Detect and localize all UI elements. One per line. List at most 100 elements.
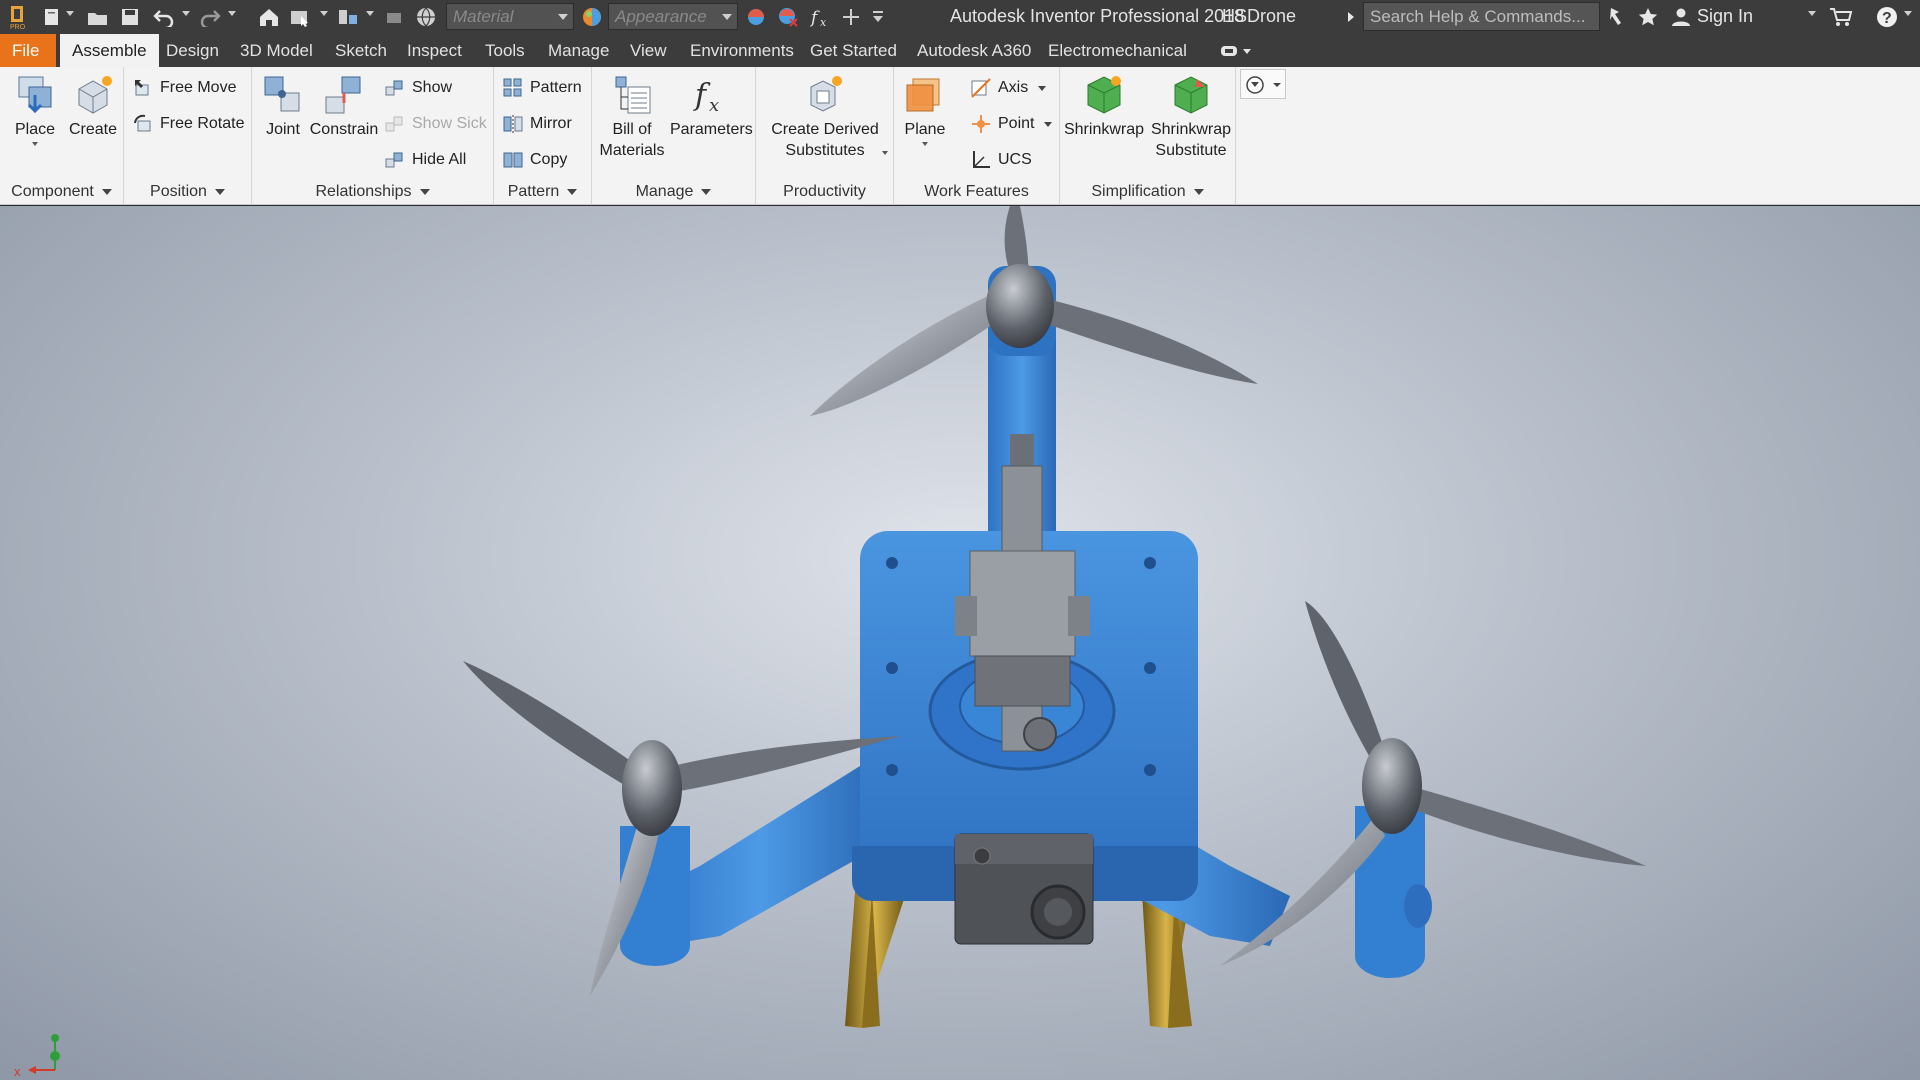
globe-icon[interactable] <box>414 4 438 30</box>
point-button[interactable]: Point <box>970 113 1053 135</box>
plus-icon[interactable] <box>840 4 862 30</box>
manage-panel-title[interactable]: Manage <box>592 183 755 201</box>
place-button[interactable]: Place <box>6 73 64 146</box>
update-dropdown-icon[interactable] <box>366 11 374 16</box>
free-rotate-label: Free Rotate <box>160 115 245 132</box>
communication-center-icon[interactable] <box>1604 4 1628 30</box>
user-icon[interactable] <box>1670 4 1692 30</box>
select-icon[interactable] <box>288 4 312 30</box>
update-icon[interactable] <box>336 4 360 30</box>
productivity-panel-title: Productivity <box>756 183 893 201</box>
pattern-label: Pattern <box>530 79 582 96</box>
tab-assemble[interactable]: Assemble <box>60 34 159 67</box>
sign-in-dropdown-icon[interactable] <box>1808 11 1816 16</box>
free-move-button[interactable]: Free Move <box>132 77 236 99</box>
derived-dropdown-icon[interactable] <box>882 151 888 155</box>
parameters-button[interactable]: fx Parameters <box>670 73 753 140</box>
relationships-panel-title[interactable]: Relationships <box>252 183 493 201</box>
tab-environments[interactable]: Environments <box>690 34 794 67</box>
search-input[interactable]: Search Help & Commands... <box>1363 2 1600 31</box>
undo-icon[interactable] <box>152 4 176 30</box>
axis-label: Axis <box>998 79 1029 96</box>
shrinkwrap-button[interactable]: Shrinkwrap <box>1062 73 1146 140</box>
tab-file[interactable]: File <box>0 34 56 67</box>
undo-dropdown-icon[interactable] <box>182 11 190 16</box>
mirror-button[interactable]: Mirror <box>502 113 572 135</box>
material-combo[interactable]: Material <box>446 3 574 30</box>
joint-button[interactable]: Joint <box>256 73 310 140</box>
position-panel: Free Move Free Rotate Position <box>124 67 252 205</box>
tab-electromechanical[interactable]: Electromechanical <box>1048 34 1187 67</box>
clear-appearance-icon[interactable] <box>776 4 800 30</box>
show-button[interactable]: Show <box>384 77 452 99</box>
tab-get-started[interactable]: Get Started <box>810 34 897 67</box>
tab-autodesk-a360[interactable]: Autodesk A360 <box>917 34 1031 67</box>
plane-button[interactable]: Plane <box>896 73 954 146</box>
plane-dropdown-icon[interactable] <box>922 142 928 146</box>
star-icon[interactable] <box>1636 4 1660 30</box>
chevron-right-icon[interactable] <box>1344 4 1358 30</box>
work-features-panel-title: Work Features <box>894 183 1059 201</box>
manage-panel-title-text: Manage <box>635 183 694 200</box>
constrain-button[interactable]: Constrain <box>308 73 380 140</box>
tab-3d-model[interactable]: 3D Model <box>240 34 313 67</box>
hide-all-button[interactable]: Hide All <box>384 149 466 171</box>
help-dropdown-icon[interactable] <box>1904 11 1912 16</box>
axis-dropdown-icon[interactable] <box>1038 85 1047 91</box>
tab-tools[interactable]: Tools <box>485 34 525 67</box>
work-features-panel: Plane Axis Point UCS Work Features <box>894 67 1060 205</box>
home-icon[interactable] <box>256 4 282 30</box>
open-icon[interactable] <box>86 4 110 30</box>
ribbon-minimize-icon[interactable] <box>1218 38 1254 64</box>
tab-design[interactable]: Design <box>166 34 219 67</box>
adjust-appearance-icon[interactable] <box>744 4 768 30</box>
sign-in-link[interactable]: Sign In <box>1697 6 1753 27</box>
shrinkwrap-substitute-label-line2: Substitute <box>1155 142 1227 159</box>
select-dropdown-icon[interactable] <box>320 11 328 16</box>
plane-label: Plane <box>904 121 946 138</box>
measure-icon[interactable] <box>382 4 406 30</box>
save-icon[interactable] <box>118 4 142 30</box>
create-label: Create <box>68 121 118 138</box>
tab-inspect[interactable]: Inspect <box>407 34 462 67</box>
chevron-down-icon <box>567 188 578 195</box>
tab-manage[interactable]: Manage <box>548 34 609 67</box>
ribbon-options-button[interactable] <box>1240 69 1286 99</box>
component-panel-title[interactable]: Component <box>0 183 123 201</box>
drone-model[interactable] <box>0 206 1920 1080</box>
new-dropdown-icon[interactable] <box>66 11 74 16</box>
shrinkwrap-label: Shrinkwrap <box>1063 121 1145 138</box>
new-icon[interactable] <box>40 4 64 30</box>
simplification-panel-title[interactable]: Simplification <box>1060 183 1235 201</box>
inventor-logo-icon[interactable]: PRO <box>6 4 28 30</box>
svg-text:x: x <box>709 95 719 116</box>
redo-dropdown-icon[interactable] <box>228 11 236 16</box>
place-dropdown-icon[interactable] <box>32 142 38 146</box>
customize-dropdown-icon[interactable] <box>868 4 888 30</box>
cart-icon[interactable] <box>1828 4 1854 30</box>
axis-button[interactable]: Axis <box>970 77 1047 99</box>
graphics-viewport[interactable]: x <box>0 206 1920 1080</box>
appearance-combo[interactable]: Appearance <box>608 3 738 30</box>
copy-button[interactable]: Copy <box>502 149 567 171</box>
pattern-icon <box>502 77 524 99</box>
shrinkwrap-substitute-button[interactable]: Shrinkwrap Substitute <box>1148 73 1234 161</box>
create-derived-substitutes-button[interactable]: Create Derived Substitutes <box>760 73 890 161</box>
create-button[interactable]: Create <box>64 73 122 140</box>
point-dropdown-icon[interactable] <box>1044 121 1053 127</box>
tab-view[interactable]: View <box>630 34 667 67</box>
position-panel-title[interactable]: Position <box>124 183 251 201</box>
pattern-panel-title[interactable]: Pattern <box>494 183 591 201</box>
appearance-ball-icon[interactable] <box>580 4 604 30</box>
fx-icon[interactable]: fx <box>808 4 832 30</box>
material-combo-text: Material <box>453 7 514 26</box>
pattern-button[interactable]: Pattern <box>502 77 582 99</box>
free-rotate-button[interactable]: Free Rotate <box>132 113 244 135</box>
ucs-button[interactable]: UCS <box>970 149 1032 171</box>
show-sick-button[interactable]: Show Sick <box>384 113 487 135</box>
help-icon[interactable]: ? <box>1874 4 1900 30</box>
redo-icon[interactable] <box>198 4 222 30</box>
bill-of-materials-button[interactable]: Bill of Materials <box>594 73 670 161</box>
tab-sketch[interactable]: Sketch <box>335 34 387 67</box>
free-move-label: Free Move <box>160 79 237 96</box>
